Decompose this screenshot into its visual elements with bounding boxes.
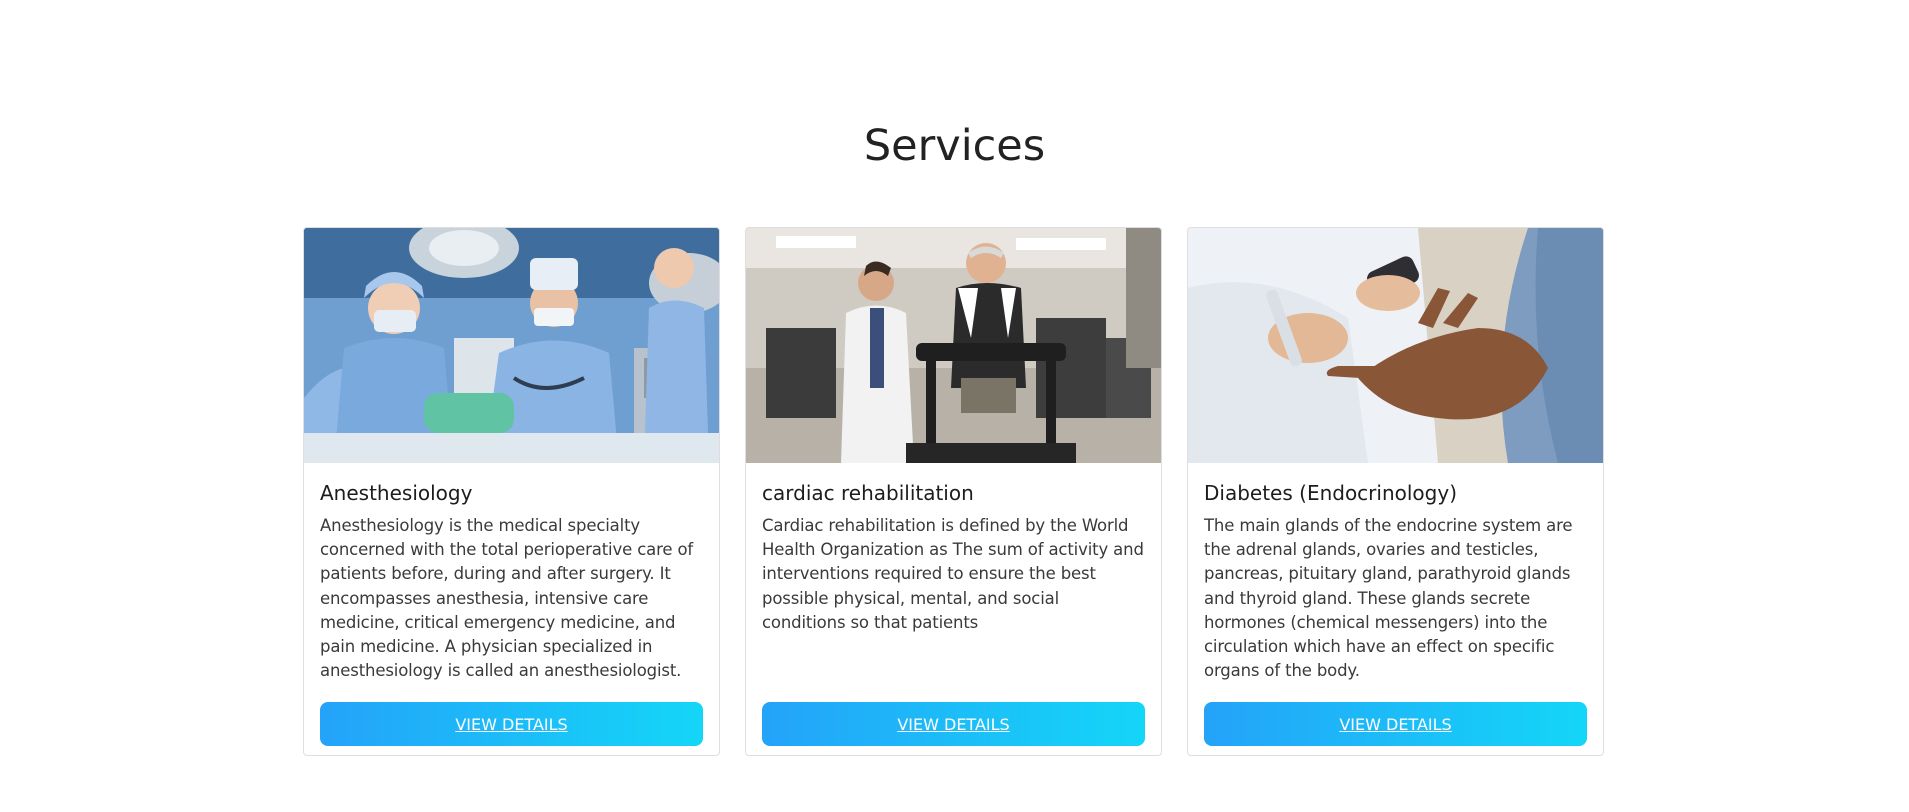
surgery-team-photo — [304, 228, 719, 463]
surgery-team-image — [304, 228, 719, 463]
section-title: Services — [863, 121, 1046, 171]
card-title: Anesthesiology — [320, 481, 473, 505]
view-details-button[interactable]: VIEW DETAILS — [762, 702, 1145, 746]
card-description: Anesthesiology is the medical specialty … — [320, 516, 694, 681]
service-card: Anesthesiology Anesthesiology is the med… — [303, 227, 720, 756]
card-title: Diabetes (Endocrinology) — [1204, 481, 1457, 505]
services-section: Services Anesthesiology Anesthesiology i… — [0, 0, 1909, 812]
card-title: cardiac rehabilitation — [762, 481, 974, 505]
glucose-test-image — [1188, 228, 1603, 463]
cardiac-rehab-photo — [746, 228, 1161, 463]
card-description: The main glands of the endocrine system … — [1204, 516, 1573, 681]
view-details-button[interactable]: VIEW DETAILS — [320, 702, 703, 746]
cardiac-rehab-image — [746, 228, 1161, 463]
service-card: Diabetes (Endocrinology) The main glands… — [1187, 227, 1604, 756]
card-description: Cardiac rehabilitation is defined by the… — [762, 516, 1144, 632]
glucose-test-photo — [1188, 228, 1603, 463]
service-card: cardiac rehabilitation Cardiac rehabilit… — [745, 227, 1162, 756]
view-details-button[interactable]: VIEW DETAILS — [1204, 702, 1587, 746]
services-card-list: Anesthesiology Anesthesiology is the med… — [303, 227, 1604, 756]
